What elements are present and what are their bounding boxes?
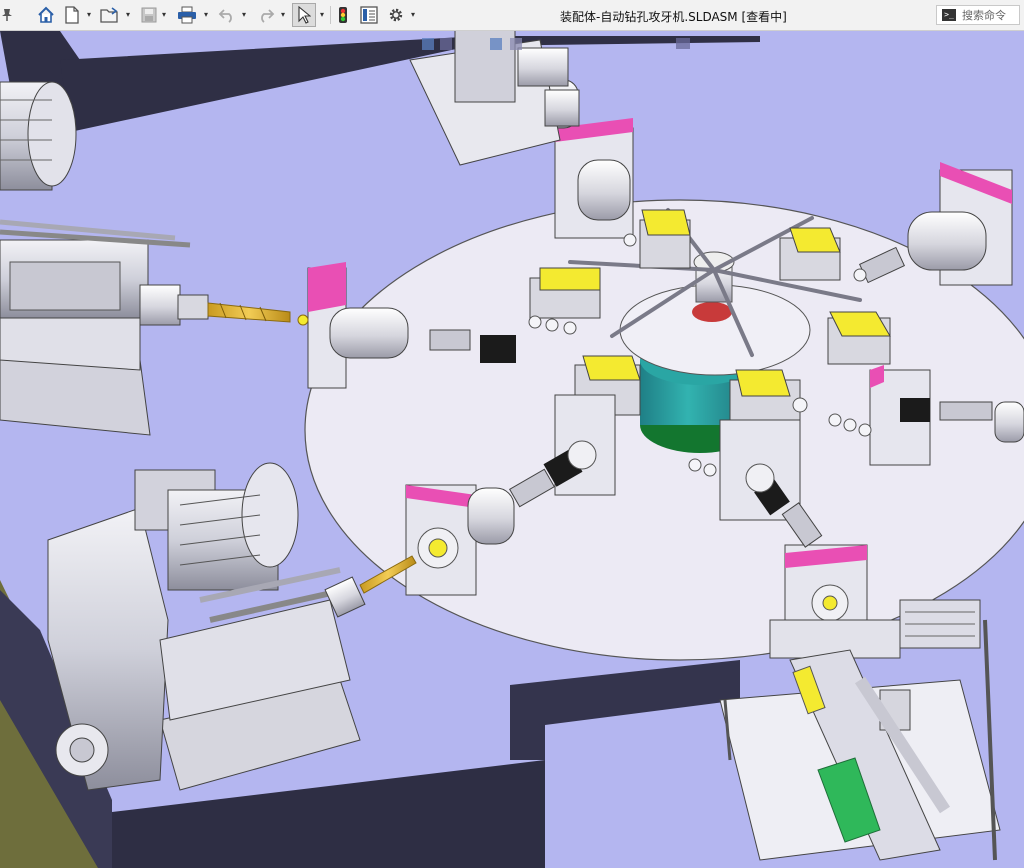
undo-button[interactable] [217,4,237,26]
zoom-area-icon[interactable] [440,38,452,50]
open-dropdown[interactable]: ▾ [126,11,130,19]
view-orientation-icon[interactable] [510,38,522,50]
frame-back-rail [60,36,760,132]
save-icon [141,7,157,23]
hub-red-core [692,302,732,322]
new-document-icon [64,6,80,24]
frame-step-wall [510,660,740,760]
redo-icon [257,7,275,23]
undo-dropdown[interactable]: ▾ [242,11,246,19]
section-view-icon[interactable] [490,38,502,50]
graphics-area[interactable] [0,31,1024,868]
search-command-placeholder: 搜索命令 [962,9,1006,22]
select-button[interactable] [292,3,316,27]
select-dropdown[interactable]: ▾ [320,11,324,19]
home-icon [37,6,55,24]
zoom-to-fit-icon[interactable] [422,38,434,50]
print-dropdown[interactable]: ▾ [204,11,208,19]
left-drilling-unit [0,219,309,436]
select-arrow-icon [297,6,311,24]
redo-button[interactable] [256,4,276,26]
options-dropdown[interactable]: ▾ [411,11,415,19]
options-button[interactable] [385,4,407,26]
open-button[interactable] [99,4,121,26]
gear-icon [387,6,405,24]
new-document-button[interactable] [62,4,82,26]
command-prompt-icon: >_ [942,9,956,21]
toolbar-separator [330,6,331,24]
redo-dropdown[interactable]: ▾ [281,11,285,19]
rebuild-button[interactable] [335,4,351,26]
assembly-model [0,31,1024,868]
view-settings-icon[interactable] [676,38,690,49]
pin-icon[interactable] [0,4,14,26]
title-bar: ▾ ▾ ▾ ▾ ▾ ▾ ▾ ▾ 装配体-自动钻孔攻牙机.SLDASM [查看中]… [0,0,1024,31]
print-button[interactable] [176,4,198,26]
traffic-light-icon [338,6,348,24]
save-button[interactable] [139,4,159,26]
save-dropdown[interactable]: ▾ [162,11,166,19]
search-command-box[interactable]: >_ 搜索命令 [936,5,1020,25]
window-title: 装配体-自动钻孔攻牙机.SLDASM [查看中] [560,10,787,24]
file-properties-button[interactable] [358,4,380,26]
file-properties-icon [360,6,378,24]
undo-icon [218,7,236,23]
open-folder-icon [100,6,120,24]
print-icon [177,6,197,24]
home-button[interactable] [35,4,57,26]
top-left-motor [0,81,77,191]
new-document-dropdown[interactable]: ▾ [87,11,91,19]
